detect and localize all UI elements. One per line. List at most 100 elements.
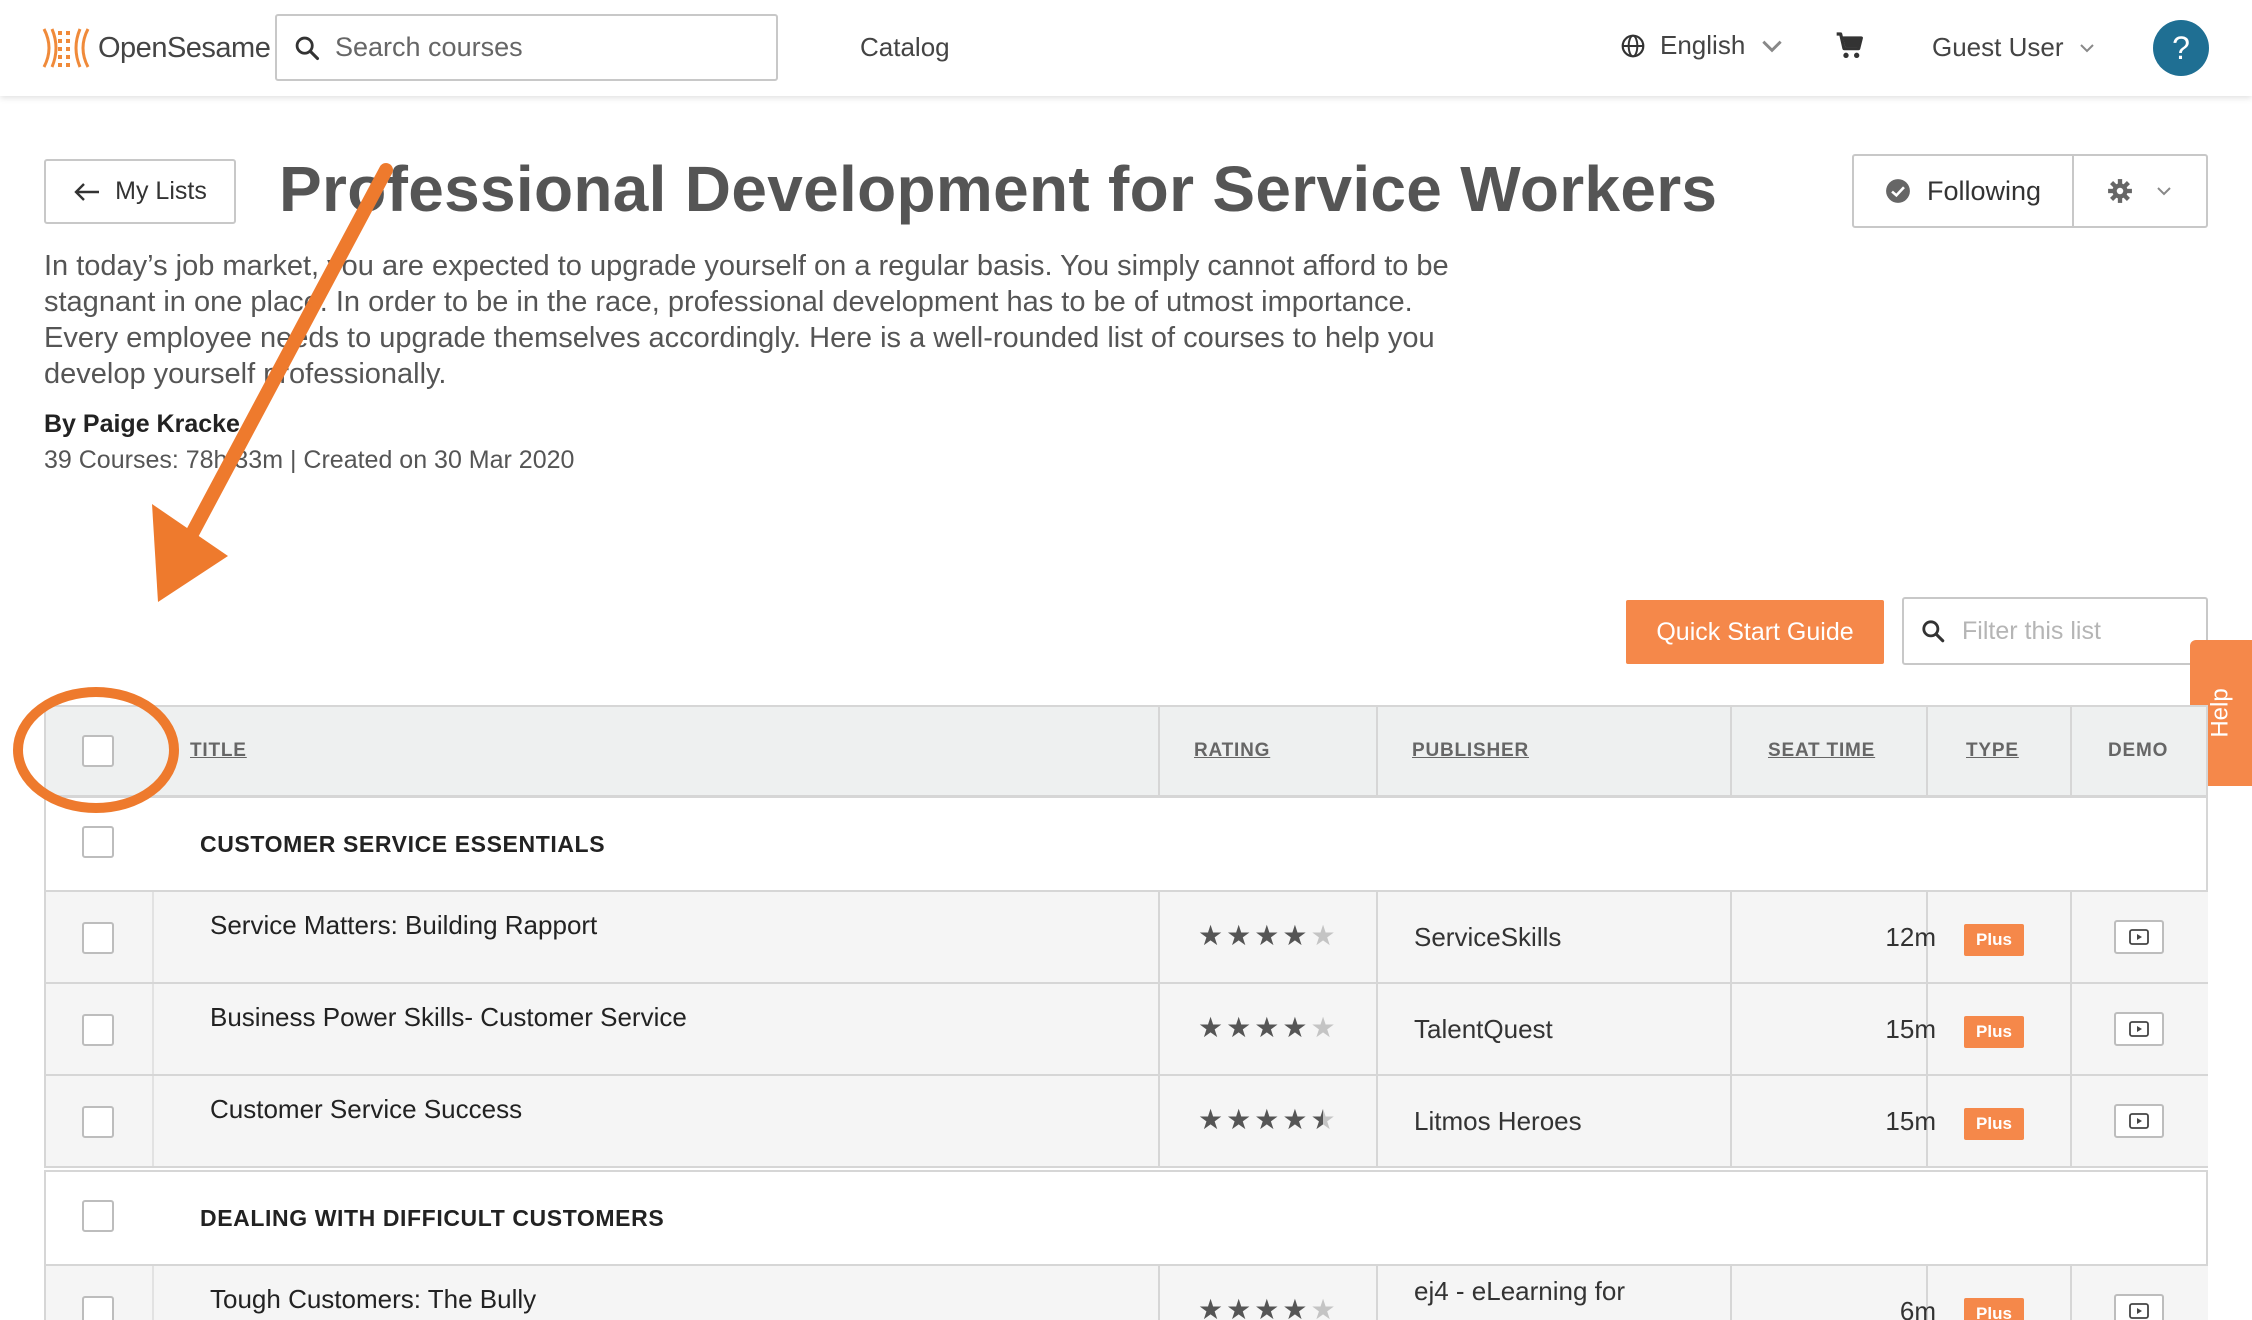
- row-checkbox[interactable]: [82, 922, 114, 954]
- star-icon: ★: [1198, 1012, 1224, 1043]
- catalog-link[interactable]: Catalog: [860, 32, 950, 63]
- course-title[interactable]: Tough Customers: The Bully: [210, 1284, 536, 1315]
- demo-button[interactable]: [2114, 1012, 2164, 1046]
- group-row: DEALING WITH DIFFICULT CUSTOMERS: [44, 1170, 2208, 1266]
- demo-button[interactable]: [2114, 1294, 2164, 1320]
- star-icon: ★: [1282, 1012, 1308, 1043]
- course-rating: ★ ★ ★ ★ ★: [1198, 1106, 1336, 1134]
- type-badge: Plus: [1964, 924, 2024, 956]
- table-row[interactable]: Business Power Skills- Customer Service …: [44, 984, 2208, 1076]
- column-header-rating[interactable]: RATING: [1194, 707, 1270, 795]
- list-description: In today’s job market, you are expected …: [44, 250, 1449, 390]
- course-title[interactable]: Business Power Skills- Customer Service: [210, 1002, 687, 1033]
- list-meta: 39 Courses: 78h 33m | Created on 30 Mar …: [44, 446, 575, 474]
- user-menu[interactable]: Guest User: [1932, 32, 2096, 63]
- star-icon: ★: [1254, 1104, 1280, 1135]
- star-icon: ★: [1282, 1104, 1308, 1135]
- column-header-publisher[interactable]: PUBLISHER: [1412, 707, 1529, 795]
- star-icon: ★: [1310, 1012, 1336, 1043]
- column-divider: [152, 1076, 154, 1166]
- course-rating: ★ ★ ★ ★ ★: [1198, 1296, 1336, 1320]
- column-divider: [2070, 707, 2072, 795]
- play-icon: [2129, 1021, 2149, 1037]
- quick-start-guide-button[interactable]: Quick Start Guide: [1626, 600, 1884, 664]
- column-header-title[interactable]: TITLE: [190, 707, 247, 795]
- check-circle-icon: [1886, 179, 1910, 203]
- column-divider: [152, 892, 154, 982]
- play-icon: [2129, 1113, 2149, 1129]
- star-icon: ★: [1282, 1294, 1308, 1320]
- page-title: Professional Development for Service Wor…: [279, 153, 1718, 225]
- course-seat-time: 15m: [1885, 1014, 1936, 1044]
- chevron-down-icon: [2079, 43, 2094, 52]
- star-icon: ★: [1226, 920, 1252, 951]
- group-checkbox[interactable]: [82, 826, 114, 858]
- course-seat-time: 15m: [1885, 1106, 1936, 1136]
- column-header-type[interactable]: TYPE: [1966, 707, 2019, 795]
- column-divider: [1158, 1266, 1160, 1320]
- column-header-seat-time[interactable]: SEAT TIME: [1768, 707, 1875, 795]
- demo-button[interactable]: [2114, 1104, 2164, 1138]
- star-icon: ★: [1254, 920, 1280, 951]
- row-checkbox[interactable]: [82, 1296, 114, 1320]
- column-divider: [1376, 984, 1378, 1074]
- search-box[interactable]: [275, 14, 778, 81]
- language-selector[interactable]: English: [1620, 30, 1785, 61]
- column-divider: [1730, 707, 1732, 795]
- search-input[interactable]: [335, 32, 735, 63]
- demo-button[interactable]: [2114, 920, 2164, 954]
- star-icon: ★: [1254, 1294, 1280, 1320]
- my-lists-label: My Lists: [115, 177, 207, 205]
- group-checkbox[interactable]: [82, 1200, 114, 1232]
- follow-controls: Following: [1852, 154, 2208, 228]
- type-badge: Plus: [1964, 1108, 2024, 1140]
- course-publisher: TalentQuest: [1414, 1014, 1553, 1044]
- list-settings-dropdown[interactable]: [2074, 156, 2206, 226]
- course-rating: ★ ★ ★ ★ ★: [1198, 1014, 1336, 1042]
- group-row: CUSTOMER SERVICE ESSENTIALS: [44, 796, 2208, 892]
- filter-search-icon: [1922, 620, 1945, 643]
- chevron-down-icon: [2157, 187, 2171, 196]
- course-seat-time: 12m: [1885, 922, 1936, 952]
- course-title[interactable]: Customer Service Success: [210, 1094, 522, 1125]
- table-row[interactable]: Service Matters: Building Rapport ★ ★ ★ ★ ★ …: [44, 892, 2208, 984]
- column-divider: [2070, 1076, 2072, 1166]
- row-checkbox[interactable]: [82, 1106, 114, 1138]
- following-button[interactable]: Following: [1854, 156, 2074, 226]
- filter-box[interactable]: [1902, 597, 2208, 665]
- logo[interactable]: OpenSesame: [40, 24, 271, 72]
- select-all-checkbox[interactable]: [82, 735, 114, 767]
- star-icon: ★: [1226, 1104, 1252, 1135]
- course-title[interactable]: Service Matters: Building Rapport: [210, 910, 597, 941]
- table-row[interactable]: Customer Service Success ★ ★ ★ ★ ★ Litmos He…: [44, 1076, 2208, 1168]
- star-icon: ★: [1198, 1104, 1224, 1135]
- table-row[interactable]: Tough Customers: The Bully ★ ★ ★ ★ ★ ej4 - e…: [44, 1266, 2208, 1320]
- column-divider: [1158, 707, 1160, 795]
- row-checkbox[interactable]: [82, 1014, 114, 1046]
- help-icon[interactable]: ?: [2153, 20, 2209, 76]
- top-navigation-bar: OpenSesame Catalog English Guest User ?: [0, 0, 2252, 96]
- following-label: Following: [1926, 175, 2042, 206]
- gear-icon: [2108, 179, 2132, 203]
- star-icon: ★: [1198, 1294, 1224, 1320]
- star-icon: ★: [1310, 1104, 1336, 1135]
- course-publisher: Litmos Heroes: [1414, 1106, 1582, 1136]
- star-icon: ★: [1310, 1294, 1336, 1320]
- play-icon: [2129, 1303, 2149, 1319]
- column-divider: [1730, 1266, 1732, 1320]
- column-divider: [1376, 892, 1378, 982]
- list-author: By Paige Kracke: [44, 410, 240, 438]
- filter-input[interactable]: [1962, 616, 2192, 646]
- star-icon: ★: [1254, 1012, 1280, 1043]
- logo-text: OpenSesame: [98, 31, 271, 64]
- cart-icon[interactable]: [1834, 30, 1866, 62]
- group-title: DEALING WITH DIFFICULT CUSTOMERS: [200, 1204, 665, 1231]
- star-icon: ★: [1226, 1294, 1252, 1320]
- logo-icon: [42, 28, 90, 68]
- my-lists-button[interactable]: My Lists: [44, 159, 236, 224]
- globe-icon: [1621, 34, 1645, 57]
- column-divider: [1376, 707, 1378, 795]
- column-divider: [2070, 892, 2072, 982]
- table-header: TITLE RATING PUBLISHER SEAT TIME TYPE DE…: [44, 705, 2208, 797]
- play-icon: [2129, 929, 2149, 945]
